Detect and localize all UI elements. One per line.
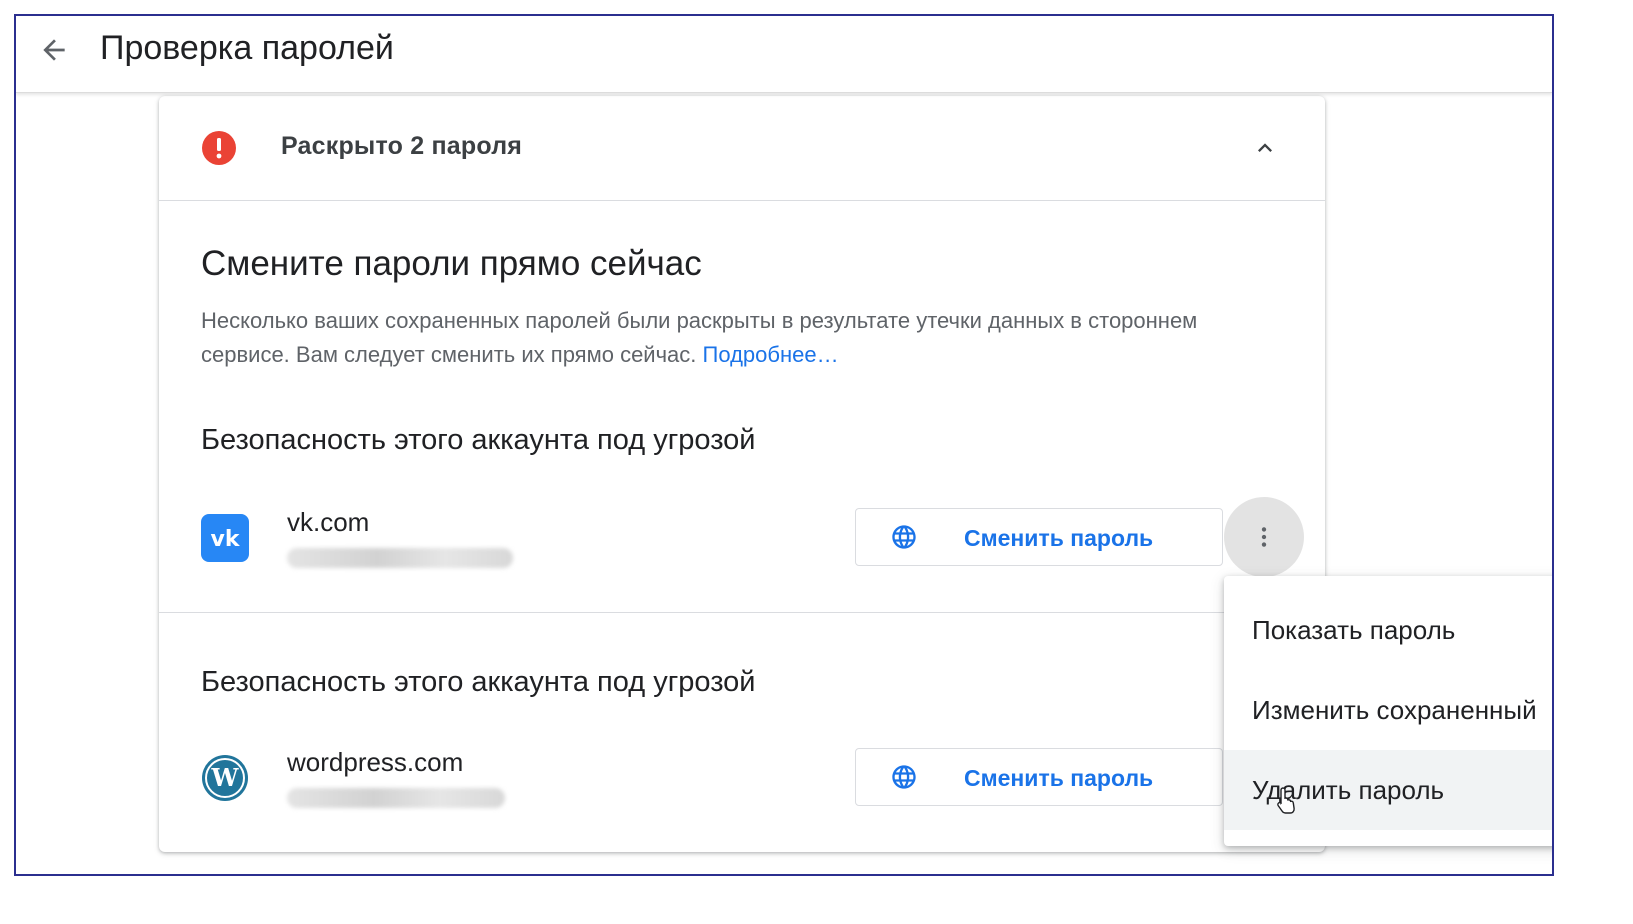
compromised-summary-header[interactable]: Раскрыто 2 пароля <box>159 96 1325 201</box>
back-button[interactable] <box>34 30 74 70</box>
svg-text:W: W <box>211 763 240 792</box>
page-header: Проверка паролей <box>16 16 1552 93</box>
learn-more-link[interactable]: Подробнее… <box>703 342 839 367</box>
svg-text:vk: vk <box>211 527 241 552</box>
description-body: Несколько ваших сохраненных паролей были… <box>201 308 1198 367</box>
site-name: vk.com <box>287 507 370 537</box>
compromised-passwords-card: Раскрыто 2 пароля Смените пароли прямо с… <box>159 96 1325 852</box>
error-circle-icon <box>202 131 236 165</box>
chevron-up-icon[interactable] <box>1251 134 1279 162</box>
more-actions-button[interactable] <box>1224 497 1304 577</box>
wordpress-logo-icon: W <box>202 755 248 801</box>
account-risk-title: Безопасность этого аккаунта под угрозой <box>201 424 756 456</box>
blurred-username <box>287 548 513 568</box>
arrow-back-icon <box>43 39 65 61</box>
description-text: Несколько ваших сохраненных паролей были… <box>201 304 1241 372</box>
change-password-button[interactable]: Сменить пароль <box>855 508 1223 566</box>
change-password-label: Сменить пароль <box>964 525 1154 551</box>
section-title: Смените пароли прямо сейчас <box>201 244 702 283</box>
compromised-count-title: Раскрыто 2 пароля <box>281 132 523 160</box>
more-vert-icon <box>1261 527 1267 547</box>
password-actions-menu: Показать пароль Изменить сохраненный Уда… <box>1224 576 1552 846</box>
menu-item-delete-password[interactable]: Удалить пароль <box>1224 750 1552 830</box>
globe-icon <box>892 525 916 549</box>
site-name: wordpress.com <box>287 747 464 777</box>
menu-item-edit-password[interactable]: Изменить сохраненный <box>1224 670 1552 750</box>
hand-pointer-icon <box>1277 787 1295 814</box>
window-frame: Проверка паролей Раскрыто 2 пароля Смени… <box>14 14 1554 876</box>
change-password-label: Сменить пароль <box>964 765 1154 791</box>
globe-icon <box>892 765 916 789</box>
blurred-username <box>287 788 505 808</box>
page-title: Проверка паролей <box>100 29 394 67</box>
menu-item-show-password[interactable]: Показать пароль <box>1224 590 1552 670</box>
account-risk-title: Безопасность этого аккаунта под угрозой <box>201 666 756 698</box>
vk-logo-icon: vk <box>201 514 249 562</box>
change-password-button[interactable]: Сменить пароль <box>855 748 1223 806</box>
row-divider <box>159 612 1325 613</box>
